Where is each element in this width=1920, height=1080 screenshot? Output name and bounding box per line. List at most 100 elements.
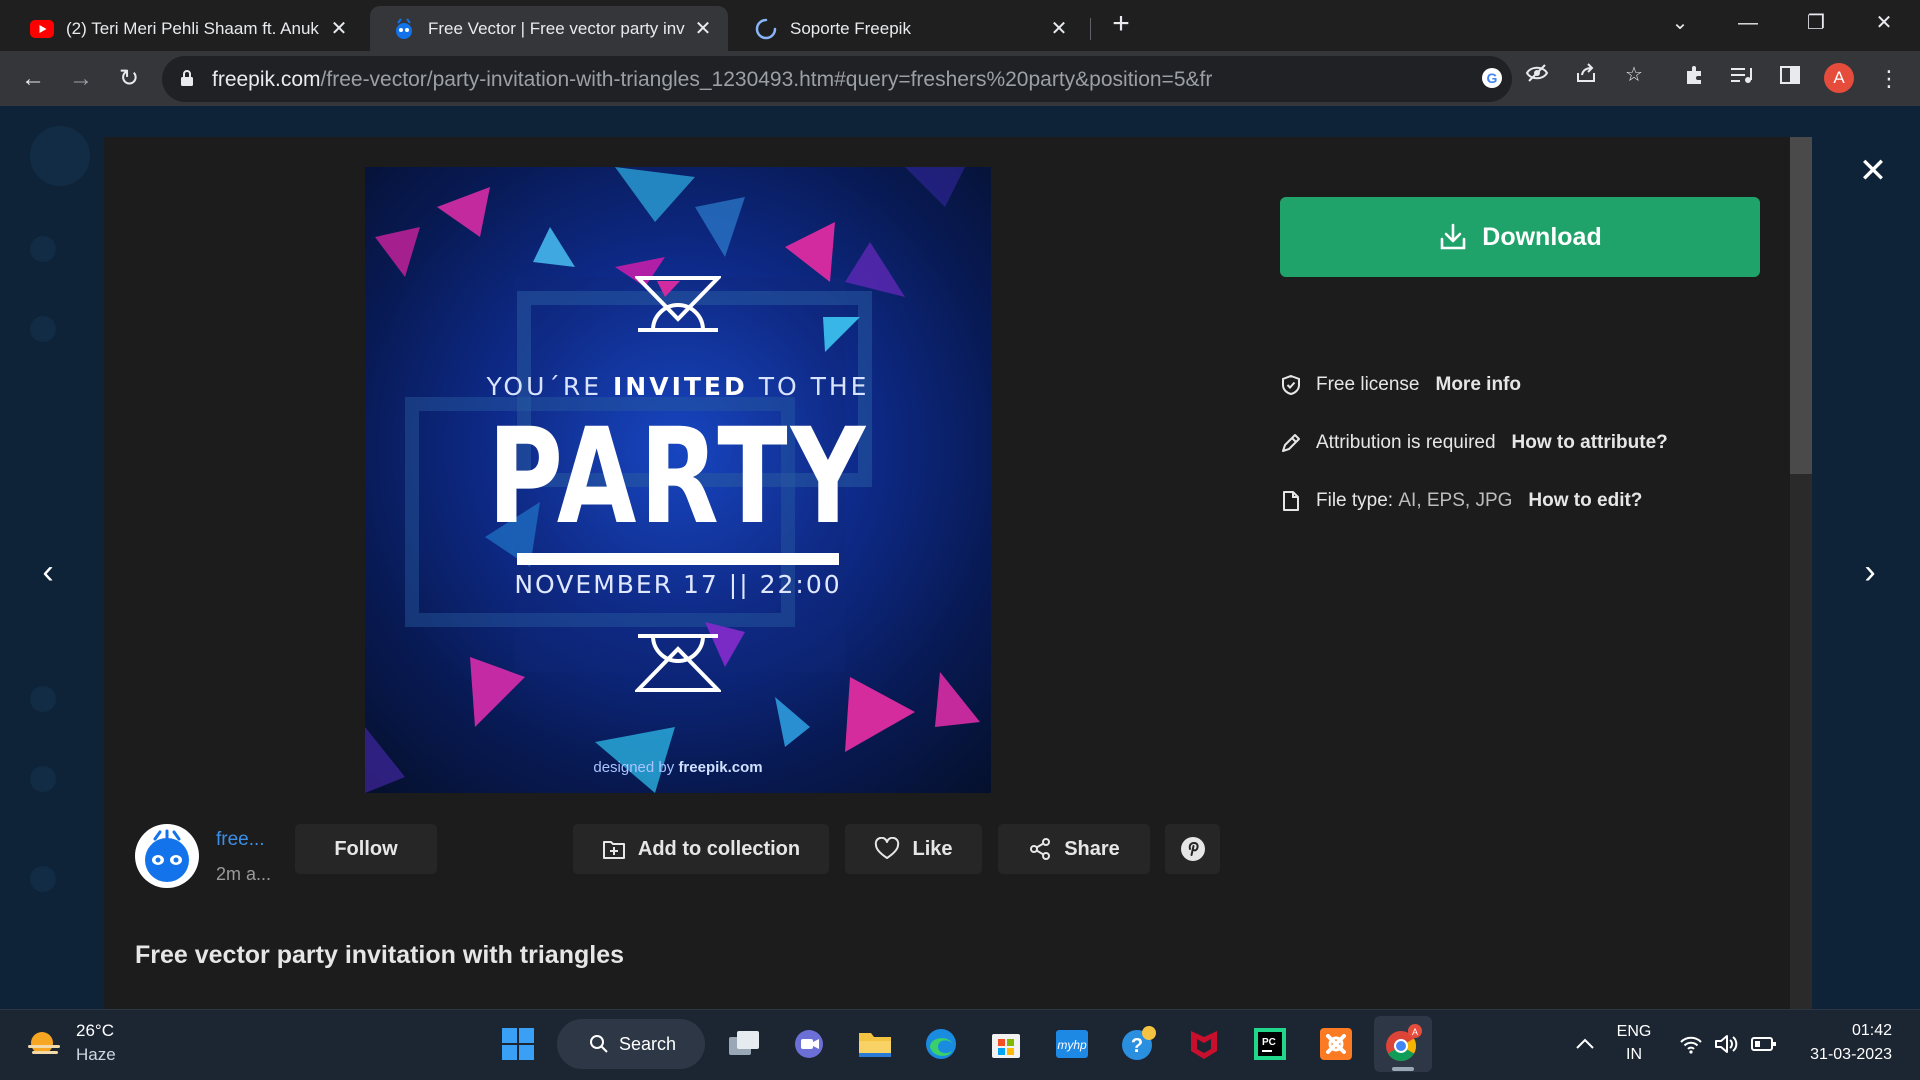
backdrop-icon — [30, 236, 56, 262]
close-tab-icon[interactable]: ✕ — [692, 16, 714, 41]
collection-label: Add to collection — [637, 837, 801, 860]
search-label: Search — [619, 1033, 677, 1054]
mcafee-icon[interactable] — [1184, 1024, 1224, 1064]
download-icon — [1440, 223, 1466, 250]
new-tab-button[interactable]: + — [1106, 9, 1136, 40]
tab-search-icon[interactable]: ⌄ — [1660, 8, 1700, 38]
next-arrow-icon[interactable]: › — [1852, 552, 1888, 592]
backdrop-icon — [30, 686, 56, 712]
reload-button[interactable]: ↻ — [112, 62, 146, 96]
preview-image[interactable]: YOU´RE INVITED TO THE PARTY NOVEMBER 17 … — [365, 167, 991, 793]
svg-text:G: G — [1487, 70, 1498, 86]
poster-title: PARTY — [487, 400, 869, 554]
share-button[interactable]: Share — [998, 824, 1150, 874]
collection-add-icon — [602, 841, 625, 859]
region-indicator[interactable]: IN — [1612, 1046, 1656, 1064]
tab-bar: (2) Teri Meri Pehli Shaam ft. Anuk ✕ Fre… — [0, 0, 1920, 51]
file-explorer-icon[interactable] — [855, 1024, 895, 1064]
close-tab-icon[interactable]: ✕ — [1048, 16, 1070, 41]
weather-temperature[interactable]: 26°C — [76, 1021, 114, 1041]
svg-text:?: ? — [1131, 1035, 1143, 1057]
how-to-edit-link[interactable]: How to edit? — [1528, 490, 1642, 512]
backdrop-icon — [30, 316, 56, 342]
svg-text:myhp: myhp — [1057, 1038, 1087, 1052]
show-hidden-icons-chevron-icon[interactable] — [1565, 1024, 1605, 1064]
pycharm-icon[interactable]: PC — [1250, 1024, 1290, 1064]
weather-icon[interactable] — [24, 1024, 64, 1064]
tab-youtube[interactable]: (2) Teri Meri Pehli Shaam ft. Anuk ✕ — [8, 6, 364, 51]
how-to-attribute-link[interactable]: How to attribute? — [1512, 432, 1668, 454]
bookmark-star-icon[interactable]: ☆ — [1620, 61, 1648, 89]
battery-icon[interactable] — [1744, 1024, 1784, 1064]
loading-icon — [755, 18, 777, 39]
hourglass-top-icon — [635, 276, 721, 332]
lock-icon — [181, 70, 193, 86]
side-panel-icon[interactable] — [1775, 64, 1805, 94]
modal-scrollbar-thumb[interactable] — [1790, 137, 1812, 474]
like-label: Like — [912, 837, 953, 860]
language-code: ENG — [1616, 1023, 1652, 1040]
clock-date[interactable]: 31-03-2023 — [1782, 1046, 1892, 1064]
download-button[interactable]: Download — [1280, 197, 1760, 277]
attribution-row: Attribution is required How to attribute… — [1280, 428, 1668, 458]
task-view-icon[interactable] — [724, 1024, 764, 1064]
tab-title: Free Vector | Free vector party inv — [428, 18, 685, 38]
media-control-icon[interactable] — [1726, 64, 1756, 94]
backdrop-logo — [30, 126, 90, 186]
clock-time[interactable]: 01:42 — [1792, 1022, 1892, 1040]
volume-icon[interactable] — [1707, 1024, 1747, 1064]
menu-kebab-icon[interactable]: ⋮ — [1874, 64, 1904, 94]
taskbar-search[interactable]: Search — [557, 1019, 705, 1069]
windows-start-icon[interactable] — [498, 1024, 538, 1064]
pinterest-button[interactable] — [1165, 824, 1220, 874]
edge-browser-icon[interactable] — [921, 1024, 961, 1064]
tab-title: Soporte Freepik — [790, 18, 911, 38]
filetype-row: File type: AI, EPS, JPG How to edit? — [1280, 486, 1642, 516]
weather-description[interactable]: Haze — [76, 1045, 116, 1065]
xampp-icon[interactable] — [1316, 1024, 1356, 1064]
close-window-button[interactable]: ✕ — [1864, 8, 1904, 38]
close-tab-icon[interactable]: ✕ — [328, 16, 350, 41]
backdrop-icon — [30, 866, 56, 892]
backdrop-icon — [30, 766, 56, 792]
chrome-icon[interactable]: A — [1383, 1024, 1423, 1064]
region-code: IN — [1626, 1046, 1642, 1063]
tab-freepik[interactable]: Free Vector | Free vector party inv ✕ — [370, 6, 728, 51]
author-avatar[interactable] — [135, 824, 199, 888]
share-page-icon[interactable] — [1572, 61, 1600, 89]
download-label: Download — [1482, 222, 1602, 251]
minimize-button[interactable]: — — [1728, 8, 1768, 38]
author-name[interactable]: free... — [216, 829, 265, 851]
pen-icon — [1280, 432, 1302, 454]
teams-chat-icon[interactable] — [789, 1024, 829, 1064]
search-icon — [590, 1035, 608, 1053]
license-label: Free license — [1316, 374, 1420, 395]
restore-button[interactable]: ❐ — [1796, 8, 1836, 38]
myhp-icon[interactable]: myhp — [1052, 1024, 1092, 1064]
previous-arrow-icon[interactable]: ‹ — [30, 552, 66, 592]
wifi-icon[interactable] — [1671, 1024, 1711, 1064]
more-info-link[interactable]: More info — [1436, 374, 1522, 396]
language-indicator[interactable]: ENG — [1612, 1023, 1656, 1041]
address-bar[interactable]: freepik.com/free-vector/party-invitation… — [162, 56, 1512, 102]
extensions-icon[interactable] — [1680, 64, 1710, 94]
url-text[interactable]: freepik.com/free-vector/party-invitation… — [212, 68, 1212, 92]
get-help-icon[interactable]: ? — [1118, 1024, 1158, 1064]
follow-button[interactable]: Follow — [295, 824, 437, 874]
back-button[interactable]: ← — [16, 62, 50, 96]
like-button[interactable]: Like — [845, 824, 982, 874]
close-modal-icon[interactable]: ✕ — [1855, 153, 1891, 189]
youtube-icon — [30, 19, 54, 38]
tracking-protection-icon[interactable] — [1523, 61, 1551, 89]
license-row: Free license More info — [1280, 370, 1521, 400]
microsoft-store-icon[interactable] — [986, 1024, 1026, 1064]
google-lens-icon[interactable]: G — [1478, 66, 1506, 94]
profile-avatar[interactable]: A — [1824, 63, 1854, 93]
tab-soporte[interactable]: Soporte Freepik ✕ — [732, 6, 1084, 51]
forward-button[interactable]: → — [64, 62, 98, 96]
page-title: Free vector party invitation with triang… — [135, 941, 625, 969]
freepik-icon — [396, 17, 412, 39]
filetype-label: File type: — [1316, 490, 1394, 511]
add-to-collection-button[interactable]: Add to collection — [573, 824, 829, 874]
url-domain: freepik.com — [212, 68, 321, 91]
